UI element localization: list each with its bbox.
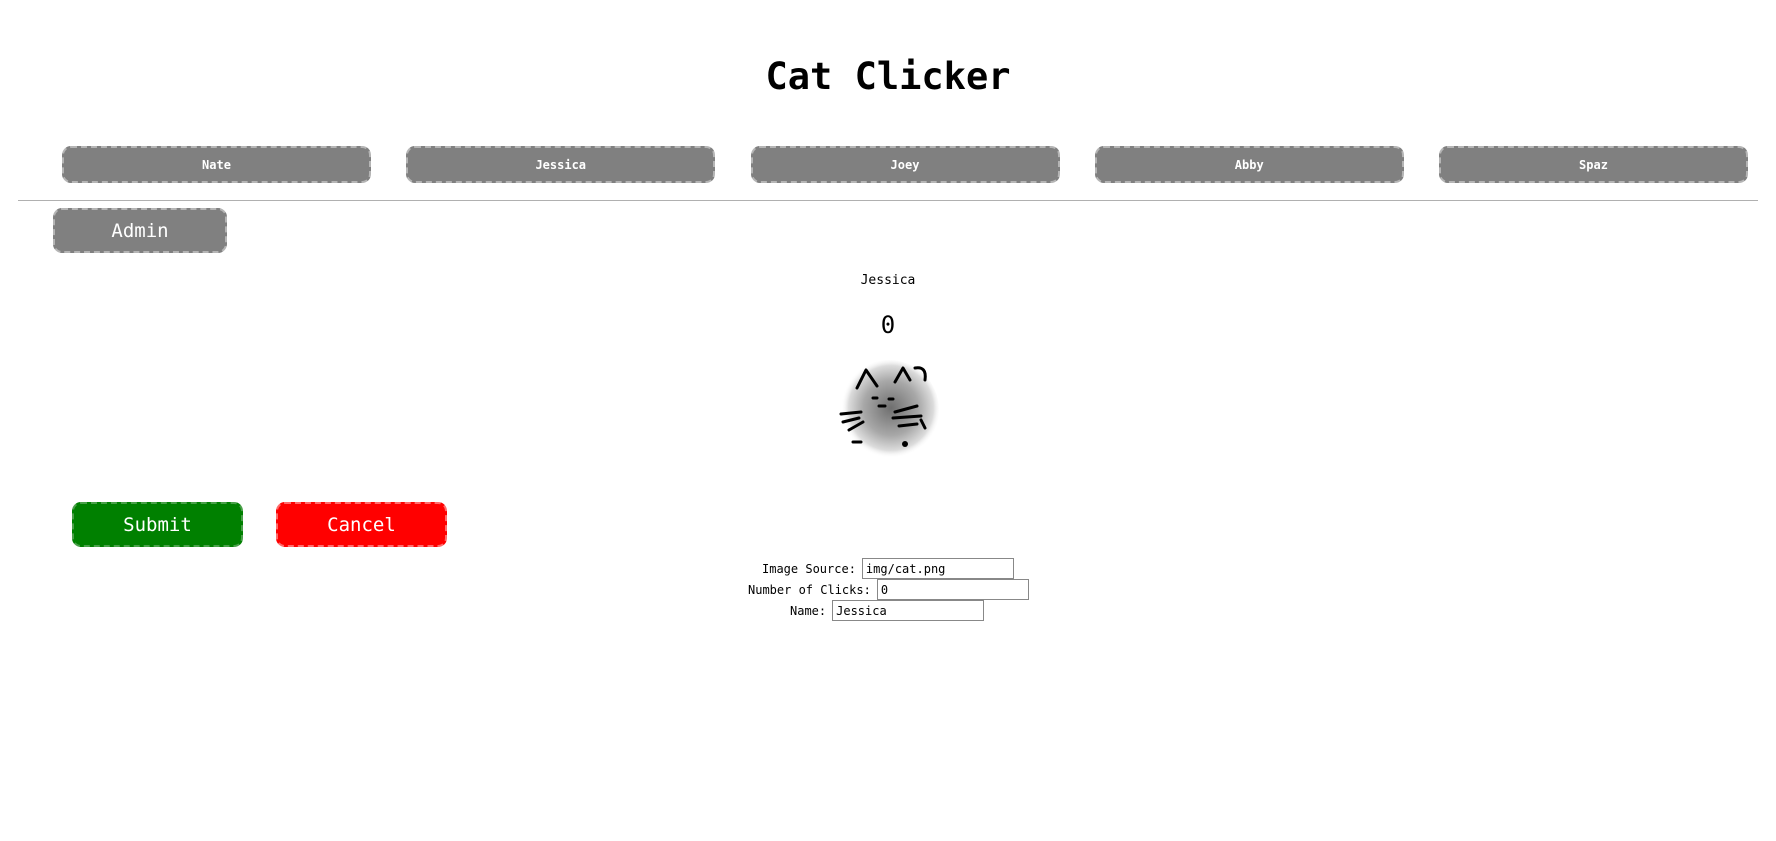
clicks-input[interactable] [876, 579, 1029, 600]
image-source-row: Image Source: [762, 558, 1014, 579]
click-count: 0 [880, 311, 896, 339]
cat-button-abby[interactable]: Abby [1094, 146, 1404, 183]
divider [18, 200, 1758, 201]
name-row: Name: [790, 600, 985, 621]
name-input[interactable] [832, 600, 985, 621]
clicks-label: Number of Clicks: [748, 582, 871, 597]
cat-button-spaz[interactable]: Spaz [1439, 146, 1748, 183]
image-source-input[interactable] [861, 558, 1014, 579]
cat-button-joey[interactable]: Joey [750, 146, 1060, 183]
name-label: Name: [790, 603, 827, 618]
image-source-label: Image Source: [762, 561, 856, 576]
cat-button-nate[interactable]: Nate [62, 146, 371, 183]
page-title: Cat Clicker [765, 55, 1011, 98]
submit-button[interactable]: Submit [72, 502, 243, 547]
clicks-row: Number of Clicks: [748, 579, 1029, 600]
cancel-button[interactable]: Cancel [276, 502, 447, 547]
cat-list: Nate Jessica Joey Abby Spaz [62, 146, 1748, 183]
cat-button-jessica[interactable]: Jessica [406, 146, 716, 183]
admin-button[interactable]: Admin [53, 208, 227, 253]
cat-name: Jessica [860, 273, 916, 288]
cat-image[interactable] [837, 358, 939, 460]
